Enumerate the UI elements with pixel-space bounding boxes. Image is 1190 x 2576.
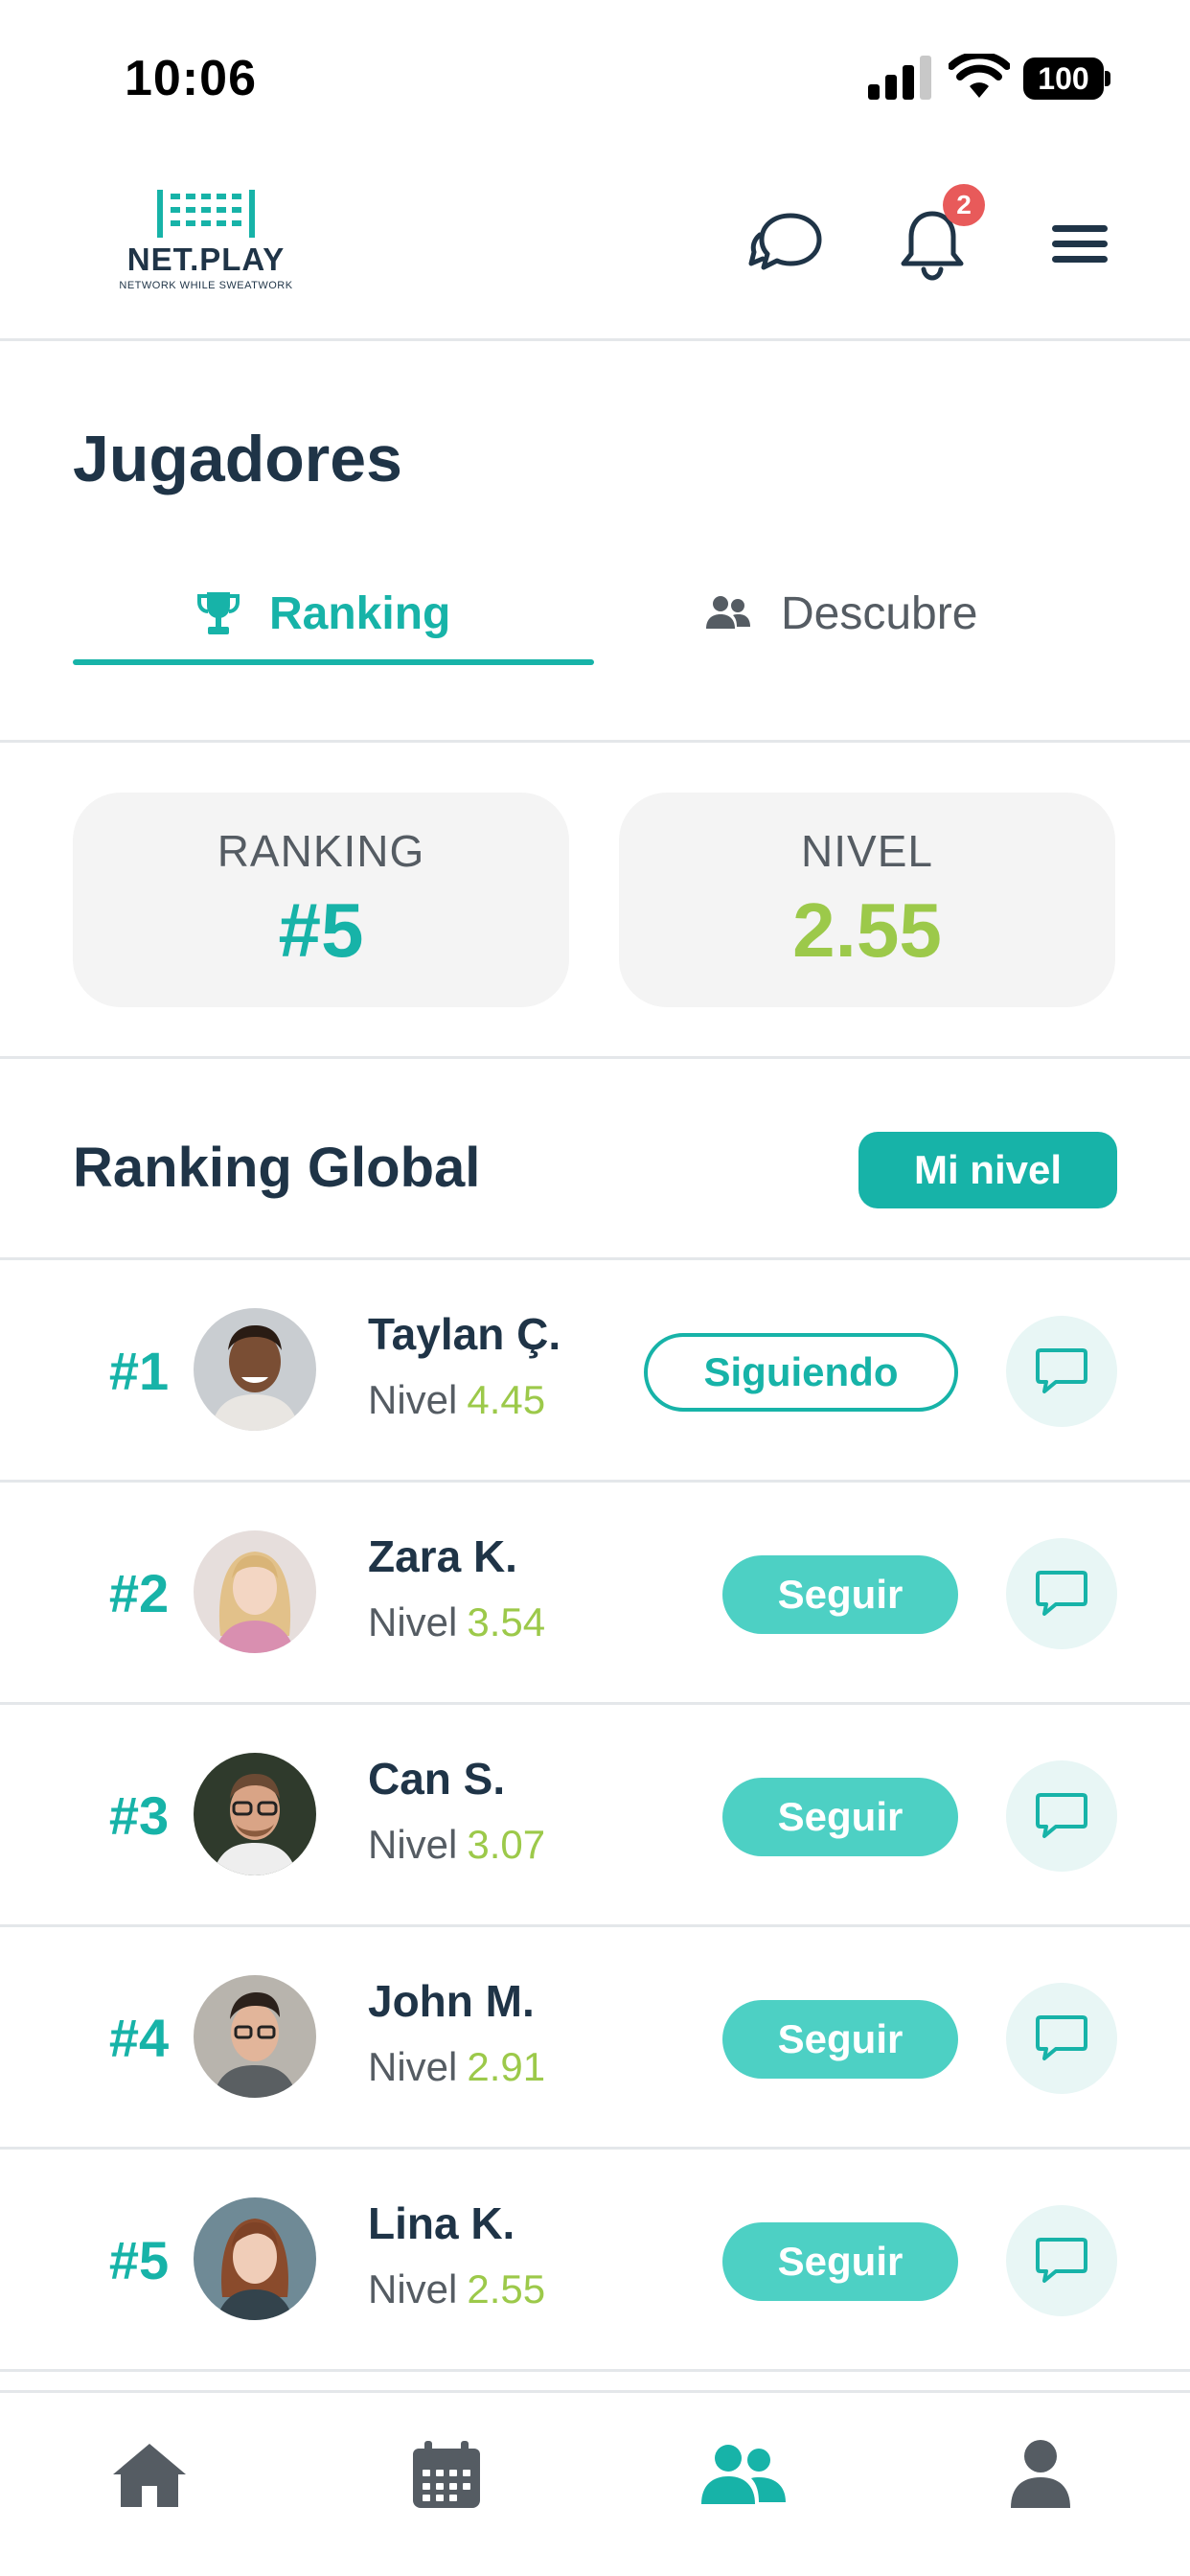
battery-level: 100 xyxy=(1038,61,1089,96)
logo-name: NET.PLAY xyxy=(126,242,286,277)
follow-button[interactable]: Seguir xyxy=(722,2000,958,2079)
level-prefix: Nivel xyxy=(368,1599,458,1644)
level-prefix: Nivel xyxy=(368,2266,458,2312)
tab-descubre-label: Descubre xyxy=(781,587,978,639)
users-icon xyxy=(706,596,750,629)
ranking-stat-card: RANKING #5 xyxy=(73,793,569,1007)
level-prefix: Nivel xyxy=(368,1377,458,1422)
message-player-button[interactable] xyxy=(1006,2205,1117,2316)
app-logo[interactable]: NET.PLAY NETWORK WHILE SWEATWORK xyxy=(105,186,307,301)
level-prefix: Nivel xyxy=(368,2044,458,2089)
avatar[interactable] xyxy=(194,1530,316,1653)
messages-button[interactable] xyxy=(744,201,830,288)
hamburger-menu-icon xyxy=(1052,225,1108,263)
player-row[interactable]: #3 Can S. Nivel 3.07 Seguir xyxy=(0,1705,1190,1927)
logo-tagline: NETWORK WHILE SWEATWORK xyxy=(119,280,293,291)
level-prefix: Nivel xyxy=(368,1822,458,1867)
mi-nivel-button[interactable]: Mi nivel xyxy=(858,1132,1117,1208)
chat-icon xyxy=(1036,1571,1087,1616)
chat-icon xyxy=(1036,2238,1087,2283)
player-level: Nivel 4.45 xyxy=(368,1377,545,1423)
follow-button[interactable]: Seguir xyxy=(722,1778,958,1856)
level-stat-label: NIVEL xyxy=(801,826,933,876)
player-rank: #5 xyxy=(108,2230,170,2290)
chat-icon xyxy=(1036,2015,1087,2060)
level-value: 4.45 xyxy=(467,1377,546,1422)
player-level: Nivel 2.91 xyxy=(368,2044,545,2090)
ranking-global-header: Ranking Global Mi nivel xyxy=(0,1059,1190,1260)
chat-icon xyxy=(1036,1348,1087,1393)
notification-badge: 2 xyxy=(943,184,985,226)
ranking-stat-label: RANKING xyxy=(217,826,425,876)
player-name[interactable]: Can S. xyxy=(368,1753,505,1805)
logo-mark-icon xyxy=(157,190,255,238)
message-player-button[interactable] xyxy=(1006,1760,1117,1872)
player-rank: #1 xyxy=(108,1341,170,1401)
level-value: 3.54 xyxy=(467,1599,546,1644)
profile-icon xyxy=(1011,2440,1070,2508)
menu-button[interactable] xyxy=(1037,201,1123,288)
status-time: 10:06 xyxy=(125,51,257,106)
status-bar: 10:06 100 xyxy=(0,0,1190,144)
nav-calendar[interactable] xyxy=(399,2431,494,2518)
follow-button[interactable]: Seguir xyxy=(722,2222,958,2301)
level-stat-card: NIVEL 2.55 xyxy=(619,793,1115,1007)
tab-bar: Ranking Descubre xyxy=(0,556,1190,743)
avatar[interactable] xyxy=(194,1975,316,2098)
player-level: Nivel 3.54 xyxy=(368,1599,545,1645)
active-tab-indicator xyxy=(73,659,594,665)
level-value: 2.55 xyxy=(467,2266,546,2312)
follow-button[interactable]: Seguir xyxy=(722,1555,958,1634)
level-stat-value: 2.55 xyxy=(792,887,942,973)
player-name[interactable]: Taylan Ç. xyxy=(368,1308,561,1360)
avatar[interactable] xyxy=(194,1308,316,1431)
battery-icon: 100 xyxy=(1023,58,1111,100)
player-row[interactable]: #5 Lina K. Nivel 2.55 Seguir xyxy=(0,2150,1190,2372)
message-player-button[interactable] xyxy=(1006,1983,1117,2094)
tab-ranking[interactable]: Ranking xyxy=(196,556,450,671)
player-row[interactable]: #4 John M. Nivel 2.91 Seguir xyxy=(0,1927,1190,2150)
signal-icon xyxy=(868,56,931,100)
chat-icon xyxy=(1036,1793,1087,1838)
nav-home[interactable] xyxy=(102,2431,197,2518)
player-rank: #2 xyxy=(108,1563,170,1623)
player-name[interactable]: John M. xyxy=(368,1975,535,2027)
avatar[interactable] xyxy=(194,1753,316,1875)
level-value: 2.91 xyxy=(467,2044,546,2089)
tab-descubre[interactable]: Descubre xyxy=(704,556,977,671)
section-title: Ranking Global xyxy=(73,1137,481,1199)
bottom-navigation xyxy=(0,2390,1190,2576)
nav-profile[interactable] xyxy=(993,2431,1088,2518)
chat-bubbles-icon xyxy=(748,213,822,270)
message-player-button[interactable] xyxy=(1006,1538,1117,1649)
player-row[interactable]: #1 Taylan Ç. Nivel 4.45 Siguiendo xyxy=(0,1260,1190,1483)
player-level: Nivel 2.55 xyxy=(368,2266,545,2312)
home-icon xyxy=(113,2444,186,2507)
player-row[interactable]: #2 Zara K. Nivel 3.54 Seguir xyxy=(0,1483,1190,1705)
trophy-icon xyxy=(197,592,240,634)
player-list: #1 Taylan Ç. Nivel 4.45 Siguiendo #2 Zar… xyxy=(0,1260,1190,2372)
page-title: Jugadores xyxy=(73,423,402,495)
ranking-stat-value: #5 xyxy=(278,887,364,973)
player-rank: #4 xyxy=(108,2008,170,2068)
app-header: NET.PLAY NETWORK WHILE SWEATWORK 2 xyxy=(0,144,1190,341)
wifi-icon xyxy=(949,54,1010,98)
player-rank: #3 xyxy=(108,1785,170,1846)
player-name[interactable]: Lina K. xyxy=(368,2197,515,2249)
player-name[interactable]: Zara K. xyxy=(368,1530,517,1582)
tab-ranking-label: Ranking xyxy=(269,587,451,639)
calendar-icon xyxy=(413,2441,480,2508)
level-value: 3.07 xyxy=(467,1822,546,1867)
players-screen: 10:06 100 NET.PLAY NETWORK WHILE SWEATWO… xyxy=(0,0,1190,2576)
following-button[interactable]: Siguiendo xyxy=(644,1333,958,1412)
player-level: Nivel 3.07 xyxy=(368,1822,545,1868)
nav-players[interactable] xyxy=(696,2431,791,2518)
users-icon xyxy=(701,2445,786,2504)
message-player-button[interactable] xyxy=(1006,1316,1117,1427)
avatar[interactable] xyxy=(194,2197,316,2320)
stats-section: RANKING #5 NIVEL 2.55 xyxy=(0,743,1190,1059)
